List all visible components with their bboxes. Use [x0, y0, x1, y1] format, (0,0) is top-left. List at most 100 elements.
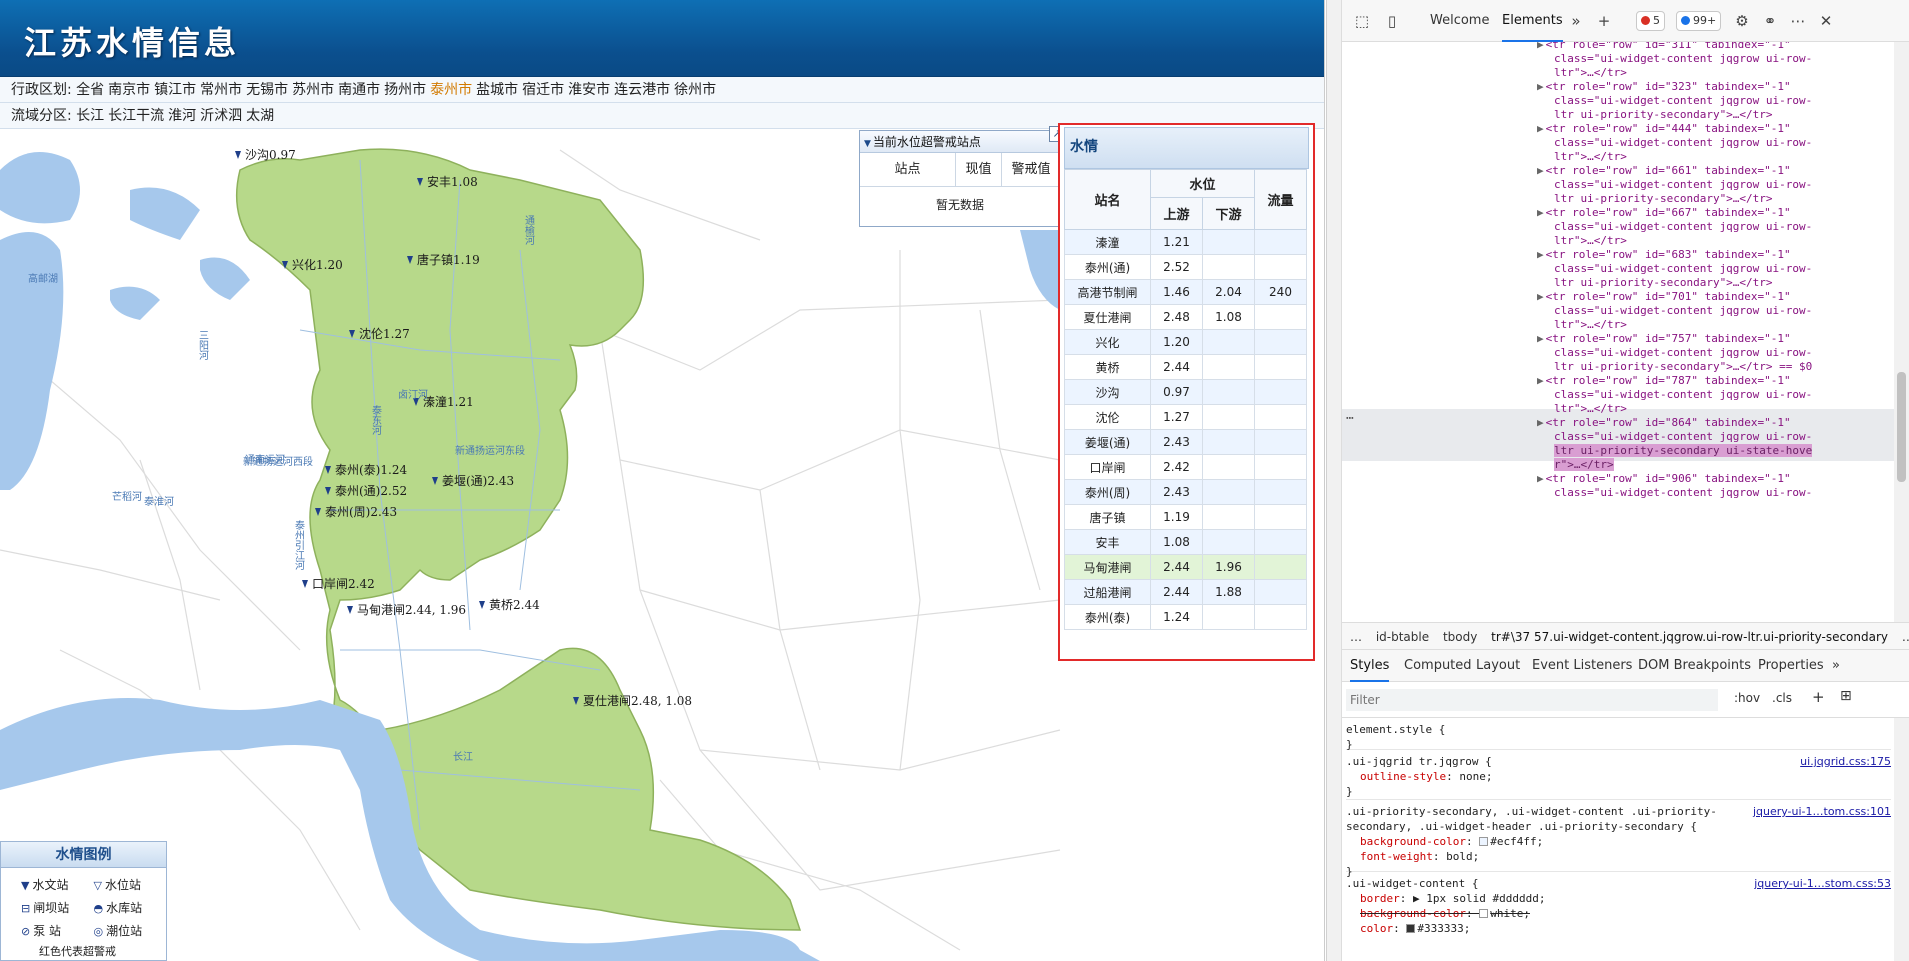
station-marker[interactable]: 沙沟0.97 [235, 148, 296, 162]
admin-option[interactable]: 徐州市 [674, 82, 716, 98]
basin-option[interactable]: 沂沭泗 [200, 108, 242, 124]
subtab-styles[interactable]: Styles [1350, 650, 1390, 682]
basin-option[interactable]: 太湖 [246, 108, 274, 124]
inspect-icon[interactable]: ⬚ [1352, 11, 1372, 31]
rule-source-link[interactable]: jquery-ui-1…tom.css:101 [1753, 804, 1891, 819]
expand-node-icon[interactable]: ▶ [1537, 42, 1544, 51]
rule-element-style[interactable]: element.style { } [1346, 722, 1891, 751]
breadcrumb-overflow[interactable]: … [1902, 630, 1909, 644]
issues-badge[interactable]: 99+ [1676, 11, 1722, 31]
subtab-event-listeners[interactable]: Event Listeners [1532, 650, 1632, 682]
toggle-sidebar-icon[interactable]: ⊞ [1840, 688, 1852, 704]
styles-rules[interactable]: element.style { } .ui-jqgrid tr.jqgrow {… [1342, 718, 1895, 961]
admin-option[interactable]: 宿迁市 [522, 82, 564, 98]
station-marker[interactable]: 安丰1.08 [417, 174, 478, 189]
table-row[interactable]: 口岸闸 2.42 [1064, 454, 1307, 480]
table-row[interactable]: 安丰 1.08 [1064, 529, 1307, 555]
expand-node-icon[interactable]: ▶ [1537, 290, 1544, 303]
admin-option[interactable]: 镇江市 [154, 82, 196, 98]
col-downstream[interactable]: 下游 [1202, 197, 1255, 230]
admin-option[interactable]: 淮安市 [568, 82, 610, 98]
collapse-triangle-icon[interactable]: ▼ [864, 139, 871, 149]
station-marker[interactable]: 马甸港闸2.44, 1.96 [347, 603, 466, 617]
dom-tree[interactable]: ⋯ ▶ <tr role="row" id="311" tabindex="-1"… [1342, 42, 1895, 622]
tab-elements[interactable]: Elements [1502, 0, 1563, 42]
admin-option[interactable]: 常州市 [200, 82, 242, 98]
admin-option[interactable]: 南通市 [338, 82, 380, 98]
rule-declaration-overridden[interactable]: background-color: white; [1346, 906, 1891, 921]
station-marker[interactable]: 口岸闸2.42 [302, 577, 375, 591]
expand-node-icon[interactable]: ▶ [1537, 164, 1544, 177]
station-marker[interactable]: 夏仕港闸2.48, 1.08 [573, 694, 692, 708]
station-marker[interactable]: 泰州(周)2.43 [315, 505, 397, 519]
styles-scrollbar[interactable] [1894, 718, 1909, 961]
expand-node-icon[interactable]: ▶ [1537, 416, 1544, 429]
col-water-level[interactable]: 水位 [1150, 169, 1255, 198]
station-marker[interactable]: 黄桥2.44 [479, 598, 540, 612]
col-station-name[interactable]: 站名 [1064, 169, 1151, 230]
settings-gear-icon[interactable]: ⚙ [1732, 11, 1752, 31]
station-marker[interactable]: 唐子镇1.19 [407, 252, 480, 267]
station-marker[interactable]: 沈伦1.27 [349, 326, 410, 341]
table-row[interactable]: 姜堰(通) 2.43 [1064, 429, 1307, 455]
map-canvas[interactable]: 沙沟0.97 安丰1.08 兴化1.20 唐子镇1.19 沈伦1.27 溱潼1.21 泰州(… [0, 130, 1062, 961]
class-toggle[interactable]: .cls [1772, 691, 1792, 705]
rule-jqgrid-row[interactable]: .ui-jqgrid tr.jqgrow { outline-style: no… [1346, 754, 1891, 800]
tab-welcome[interactable]: Welcome [1430, 0, 1489, 42]
more-tabs-icon[interactable]: » [1566, 11, 1586, 31]
table-row[interactable]: 夏仕港闸 2.48 1.08 [1064, 304, 1307, 330]
basin-option[interactable]: 长江 [76, 108, 104, 124]
station-pin-icon[interactable] [302, 580, 308, 588]
close-icon[interactable]: ✕ [1816, 11, 1836, 31]
rule-source-link[interactable]: ui.jqgrid.css:175 [1800, 754, 1891, 769]
expand-node-icon[interactable]: ▶ [1537, 206, 1544, 219]
expand-node-icon[interactable]: ▶ [1537, 122, 1544, 135]
table-row[interactable]: 泰州(周) 2.43 [1064, 479, 1307, 505]
rule-source-link[interactable]: jquery-ui-1…stom.css:53 [1754, 876, 1891, 891]
new-rule-icon[interactable]: + [1812, 688, 1825, 706]
table-row[interactable]: 高港节制闸 1.46 2.04 240 [1064, 279, 1307, 305]
color-swatch[interactable] [1406, 924, 1416, 933]
rule-declaration[interactable]: font-weight: bold; [1346, 849, 1891, 864]
station-pin-icon[interactable] [235, 151, 241, 159]
table-row[interactable]: 黄桥 2.44 [1064, 354, 1307, 380]
over-warning-header[interactable]: ▼ 当前水位超警戒站点 [860, 131, 1060, 153]
breadcrumb-tbody[interactable]: tbody [1443, 630, 1477, 644]
admin-option[interactable]: 泰州市 [430, 82, 472, 98]
station-pin-icon[interactable] [479, 601, 485, 609]
more-options-icon[interactable]: ⋯ [1788, 11, 1808, 31]
dom-scrollbar[interactable] [1894, 42, 1909, 622]
rule-priority-secondary[interactable]: .ui-priority-secondary, .ui-widget-conte… [1346, 804, 1891, 878]
rule-declaration[interactable]: outline-style: none; [1346, 769, 1891, 784]
station-marker[interactable]: 泰州(通)2.52 [325, 484, 407, 498]
device-toolbar-icon[interactable]: ▯ [1382, 11, 1402, 31]
more-subtabs-icon[interactable]: » [1832, 650, 1840, 682]
breadcrumb-table[interactable]: id-btable [1376, 630, 1429, 644]
new-tab-icon[interactable]: + [1594, 11, 1614, 31]
table-row[interactable]: 兴化 1.20 [1064, 329, 1307, 355]
table-row[interactable]: 马甸港闸 2.44 1.96 [1064, 554, 1307, 580]
color-swatch[interactable] [1479, 837, 1489, 846]
subtab-layout[interactable]: Layout [1476, 650, 1520, 682]
color-swatch[interactable] [1479, 909, 1489, 918]
dom-node-line[interactable]: class="ui-widget-content jqgrow ui-row- [1554, 484, 1812, 501]
col-upstream[interactable]: 上游 [1150, 197, 1203, 230]
water-map[interactable]: 沙沟0.97 安丰1.08 兴化1.20 唐子镇1.19 沈伦1.27 溱潼1.21 泰州(… [0, 130, 1062, 961]
dom-scrollbar-thumb[interactable] [1897, 372, 1906, 482]
subtab-dom-breakpoints[interactable]: DOM Breakpoints [1638, 650, 1751, 682]
station-pin-icon[interactable] [347, 606, 353, 614]
subtab-properties[interactable]: Properties [1758, 650, 1824, 682]
expand-node-icon[interactable]: ▶ [1537, 332, 1544, 345]
table-row[interactable]: 泰州(通) 2.52 [1064, 254, 1307, 280]
styles-filter-input[interactable] [1346, 689, 1718, 711]
basin-option[interactable]: 淮河 [168, 108, 196, 124]
rule-declaration[interactable]: color: #333333; [1346, 921, 1891, 936]
rule-declaration[interactable]: border: ▶ 1px solid #dddddd; [1346, 891, 1891, 906]
admin-option[interactable]: 连云港市 [614, 82, 670, 98]
expand-node-icon[interactable]: ▶ [1537, 472, 1544, 485]
breadcrumb-selected-row[interactable]: tr#\37 57.ui-widget-content.jqgrow.ui-ro… [1491, 630, 1888, 644]
rule-widget-content[interactable]: .ui-widget-content { border: ▶ 1px solid… [1346, 876, 1891, 956]
basin-option[interactable]: 长江干流 [108, 108, 164, 124]
col-flow[interactable]: 流量 [1254, 169, 1307, 230]
errors-badge[interactable]: 5 [1636, 11, 1665, 31]
